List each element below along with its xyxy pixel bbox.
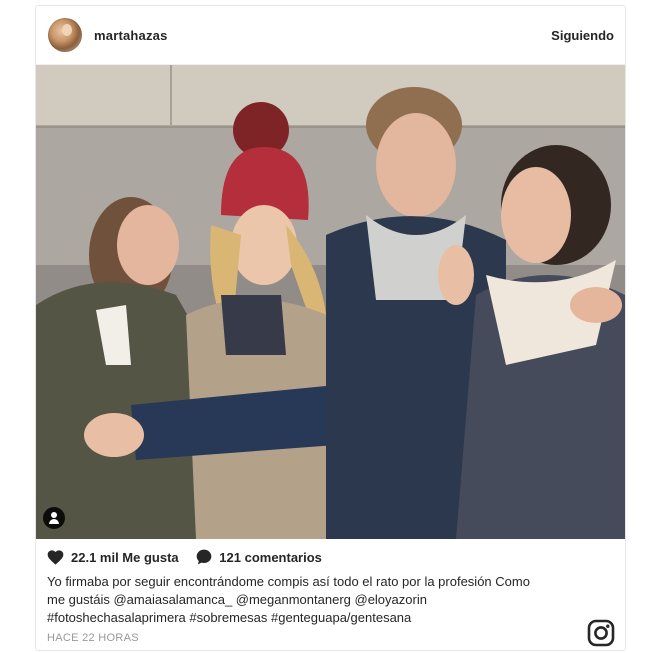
post-header: martahazas Siguiendo (36, 6, 625, 65)
caption-line: #fotoshechasalaprimera #sobremesas #gent… (47, 610, 412, 625)
following-button[interactable]: Siguiendo (551, 28, 614, 43)
comments-label: 121 comentarios (219, 549, 322, 565)
caption-line: me gustáis @amaiasalamanca_ @meganmontan… (47, 592, 427, 607)
comment-bubble-icon (196, 549, 212, 565)
likes-count[interactable]: 22.1 mil Me gusta (47, 550, 179, 565)
post-photo[interactable] (36, 65, 625, 539)
profile-avatar[interactable] (48, 18, 82, 52)
user-tag-icon[interactable] (43, 507, 65, 529)
group-photo-illustration (36, 65, 625, 539)
engagement-stats: 22.1 mil Me gusta 121 comentarios (47, 549, 336, 567)
username-link[interactable]: martahazas (94, 28, 168, 43)
post-timestamp[interactable]: HACE 22 HORAS (47, 632, 139, 644)
caption-line: Yo firmaba por seguir encontrándome comp… (47, 574, 530, 589)
instagram-post-card: martahazas Siguiendo 22.1 mil Me gusta 1… (35, 5, 626, 651)
post-caption: Yo firmaba por seguir encontrándome comp… (47, 573, 607, 627)
instagram-logo-icon[interactable] (587, 619, 615, 647)
comments-count[interactable]: 121 comentarios (196, 549, 322, 565)
likes-label: 22.1 mil Me gusta (71, 550, 179, 565)
heart-icon (47, 550, 64, 565)
